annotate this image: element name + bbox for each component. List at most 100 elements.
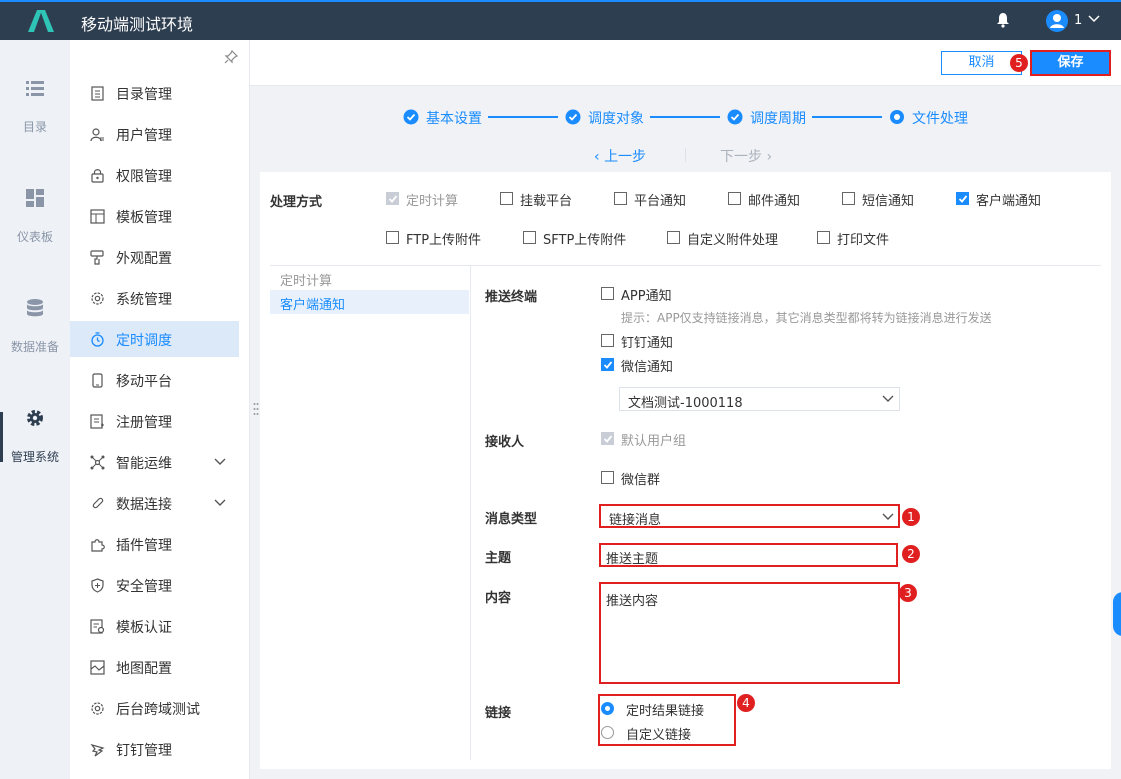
- menu-item-brush[interactable]: 外观配置: [70, 239, 239, 275]
- rail-item-management[interactable]: 管理系统: [0, 408, 70, 508]
- processing-option-checkbox[interactable]: [817, 231, 830, 244]
- menu-item-user[interactable]: 用户管理: [70, 116, 239, 152]
- select-value: 文档测试-1000118: [628, 396, 743, 411]
- avatar[interactable]: [1046, 10, 1068, 32]
- step-label[interactable]: 文件处理: [912, 108, 968, 128]
- menu-item-label: 注册管理: [116, 415, 172, 431]
- menu-item-template[interactable]: 模板管理: [70, 198, 239, 234]
- wechat-notice-checkbox[interactable]: [601, 358, 614, 371]
- next-step-link[interactable]: 下一步 ›: [720, 146, 772, 166]
- step-label[interactable]: 调度周期: [750, 108, 806, 128]
- subject-input[interactable]: 推送主题: [599, 543, 898, 567]
- pin-icon[interactable]: [224, 50, 238, 64]
- save-button[interactable]: 保存: [1030, 50, 1111, 76]
- processing-option-checkbox[interactable]: [956, 192, 969, 205]
- settings-icon: [91, 292, 104, 305]
- select-value: 链接消息: [609, 513, 662, 528]
- radio-label: 自定义链接: [626, 728, 692, 743]
- processing-option-checkbox[interactable]: [386, 231, 399, 244]
- menu-item-dingtalk[interactable]: 钉钉管理: [70, 731, 239, 767]
- list-item-scheduled-calc[interactable]: 定时计算: [280, 270, 332, 289]
- menu-item-label: 插件管理: [116, 538, 172, 554]
- menu-item-mobile[interactable]: 移动平台: [70, 362, 239, 398]
- check-icon: [603, 435, 613, 443]
- dingtalk-icon: [90, 743, 105, 757]
- list-item-client-notice[interactable]: 客户端通知: [270, 290, 469, 314]
- network-icon: [90, 455, 105, 470]
- content-value: 推送内容: [606, 594, 659, 609]
- bell-icon[interactable]: [996, 12, 1010, 28]
- lock-icon: [91, 169, 104, 183]
- msg-type-label: 消息类型: [485, 512, 538, 527]
- wechat-account-select[interactable]: 文档测试-1000118: [619, 387, 900, 411]
- prev-step-link[interactable]: ‹ 上一步: [594, 146, 646, 166]
- content-label: 内容: [485, 591, 512, 606]
- rail-item-catalog[interactable]: 目录: [0, 78, 70, 178]
- menu-item-register[interactable]: 注册管理: [70, 403, 239, 439]
- database-icon: [27, 299, 43, 317]
- wechat-group-checkbox[interactable]: [601, 471, 614, 484]
- msg-type-select[interactable]: 链接消息: [599, 504, 900, 528]
- chevron-down-icon: [882, 395, 894, 402]
- link-icon: [92, 497, 104, 509]
- divider: [270, 265, 1101, 266]
- menu-item-puzzle[interactable]: 插件管理: [70, 526, 239, 562]
- chevron-down-icon[interactable]: [214, 458, 226, 466]
- menu-item-lock[interactable]: 权限管理: [70, 157, 239, 193]
- check-icon: [958, 195, 968, 203]
- radio-label: 定时结果链接: [626, 704, 705, 719]
- processing-option-label: FTP上传附件: [406, 233, 482, 248]
- step-connector: [812, 116, 882, 118]
- user-name[interactable]: 1: [1074, 13, 1082, 28]
- rail-item-data-prep[interactable]: 数据准备: [0, 298, 70, 398]
- menu-item-link[interactable]: 数据连接: [70, 485, 239, 521]
- step-badge-2: 2: [902, 545, 920, 563]
- app-notice-checkbox[interactable]: [601, 287, 614, 300]
- step-label[interactable]: 基本设置: [426, 108, 482, 128]
- processing-option-checkbox[interactable]: [523, 231, 536, 244]
- app-notice-label: APP通知: [621, 289, 672, 304]
- processing-label: 处理方式: [270, 195, 323, 210]
- chevron-down-icon[interactable]: [1087, 14, 1101, 24]
- menu-item-catalog[interactable]: 目录管理: [70, 75, 239, 111]
- menu-item-map[interactable]: 地图配置: [70, 649, 239, 685]
- menu-item-network[interactable]: 智能运维: [70, 444, 239, 480]
- processing-option-checkbox[interactable]: [667, 231, 680, 244]
- processing-option-label: 自定义附件处理: [687, 233, 779, 248]
- user-avatar-icon: [1050, 14, 1064, 28]
- menu-item-label: 数据连接: [116, 497, 172, 513]
- dingtalk-notice-checkbox[interactable]: [601, 334, 614, 347]
- processing-option-checkbox[interactable]: [728, 192, 741, 205]
- menu-item-timer[interactable]: 定时调度: [70, 321, 239, 357]
- hint-text: 提示：APP仅支持链接消息，其它消息类型都将转为链接消息进行发送: [621, 311, 992, 325]
- menu-item-settings[interactable]: 系统管理: [70, 280, 239, 316]
- radio-custom-link[interactable]: [601, 726, 614, 739]
- step-label[interactable]: 调度对象: [588, 108, 644, 128]
- dingtalk-notice-label: 钉钉通知: [621, 336, 674, 351]
- logo-icon: [28, 10, 54, 32]
- rail-item-dashboard[interactable]: 仪表板: [0, 188, 70, 288]
- menu-item-certificate[interactable]: 模板认证: [70, 608, 239, 644]
- certificate-icon: [90, 619, 105, 634]
- drag-handle-icon[interactable]: [253, 402, 259, 416]
- menu-item-label: 目录管理: [116, 87, 172, 103]
- processing-option-checkbox[interactable]: [500, 192, 513, 205]
- menu-item-shield[interactable]: 安全管理: [70, 567, 239, 603]
- gear-icon: [27, 410, 43, 426]
- chevron-down-icon[interactable]: [214, 499, 226, 507]
- menu-item-settings[interactable]: 后台跨域测试: [70, 690, 239, 726]
- floating-help-button[interactable]: [1113, 592, 1121, 636]
- processing-option-checkbox[interactable]: [842, 192, 855, 205]
- subject-label: 主题: [485, 551, 512, 566]
- step-badge-3: 3: [899, 584, 917, 602]
- brush-icon: [90, 250, 104, 265]
- content-textarea[interactable]: 推送内容: [599, 582, 900, 684]
- step-current-icon: [890, 110, 904, 124]
- menu-item-label: 系统管理: [116, 292, 172, 308]
- processing-option-checkbox[interactable]: [614, 192, 627, 205]
- radio-scheduled-link[interactable]: [601, 702, 614, 715]
- processing-option-label: 平台通知: [634, 194, 687, 209]
- receiver-label: 接收人: [485, 435, 525, 450]
- step-done-icon: [727, 109, 743, 125]
- link-label: 链接: [485, 706, 512, 721]
